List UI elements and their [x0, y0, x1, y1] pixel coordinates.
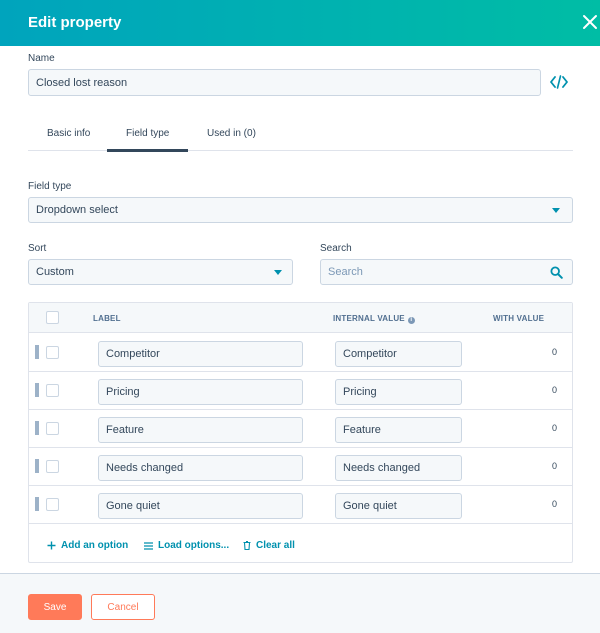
table-row: Gone quiet Gone quiet 0 — [29, 486, 572, 524]
options-table: LABEL INTERNAL VALUE i WITH VALUE Competi… — [28, 302, 573, 563]
info-icon[interactable]: i — [407, 317, 415, 324]
table-header: LABEL INTERNAL VALUE i WITH VALUE — [29, 303, 572, 333]
with-value-count: 0 — [551, 461, 557, 471]
option-label-input[interactable]: Competitor — [98, 341, 303, 367]
table-row: Needs changed Needs changed 0 — [29, 448, 572, 486]
option-internal-value-input[interactable]: Feature — [335, 417, 462, 443]
option-label-input[interactable]: Feature — [98, 417, 303, 443]
drag-handle-icon[interactable] — [35, 345, 39, 359]
row-checkbox[interactable] — [46, 460, 59, 473]
search-icon[interactable] — [550, 266, 563, 279]
search-label: Search — [320, 243, 352, 254]
option-label-input[interactable]: Needs changed — [98, 455, 303, 481]
field-type-select[interactable]: Dropdown select — [28, 197, 573, 223]
table-actions: Add an option Load options... Clear all — [29, 536, 572, 558]
field-type-label: Field type — [28, 181, 72, 192]
clear-all-button[interactable]: Clear all — [243, 540, 295, 551]
with-value-count: 0 — [551, 499, 557, 509]
tab-used-in[interactable]: Used in (0) — [207, 128, 256, 139]
tab-basic-info[interactable]: Basic info — [47, 128, 90, 139]
option-label-input[interactable]: Gone quiet — [98, 493, 303, 519]
chevron-down-icon — [274, 270, 282, 275]
name-input[interactable]: Closed lost reason — [28, 69, 541, 96]
select-all-checkbox[interactable] — [46, 311, 59, 324]
tab-field-type[interactable]: Field type — [126, 128, 169, 139]
sort-select[interactable]: Custom — [28, 259, 293, 285]
chevron-down-icon — [552, 208, 560, 213]
with-value-count: 0 — [551, 347, 557, 357]
clear-all-label: Clear all — [256, 540, 295, 551]
sort-label: Sort — [28, 243, 47, 254]
row-checkbox[interactable] — [46, 498, 59, 511]
dialog-header: Edit property — [0, 0, 600, 46]
table-row: Competitor Competitor 0 — [29, 334, 572, 372]
drag-handle-icon[interactable] — [35, 459, 39, 473]
column-header-internal-value-text: INTERNAL VALUE — [333, 314, 405, 323]
list-icon — [144, 541, 153, 550]
column-header-label[interactable]: LABEL — [93, 314, 121, 323]
load-options-label: Load options... — [158, 540, 230, 551]
dialog-footer: Save Cancel — [0, 573, 600, 633]
row-checkbox[interactable] — [46, 346, 59, 359]
row-checkbox[interactable] — [46, 422, 59, 435]
with-value-count: 0 — [551, 423, 557, 433]
column-header-internal-value[interactable]: INTERNAL VALUE i — [333, 314, 415, 324]
column-header-with-value[interactable]: WITH VALUE — [493, 314, 544, 323]
option-internal-value-input[interactable]: Pricing — [335, 379, 462, 405]
row-checkbox[interactable] — [46, 384, 59, 397]
option-internal-value-input[interactable]: Competitor — [335, 341, 462, 367]
name-label: Name — [28, 53, 55, 64]
code-icon[interactable] — [550, 74, 568, 90]
active-tab-indicator — [107, 149, 188, 152]
close-icon[interactable] — [580, 12, 600, 32]
table-row: Feature Feature 0 — [29, 410, 572, 448]
with-value-count: 0 — [551, 385, 557, 395]
add-option-label: Add an option — [61, 540, 129, 551]
option-internal-value-input[interactable]: Needs changed — [335, 455, 462, 481]
option-label-input[interactable]: Pricing — [98, 379, 303, 405]
save-button[interactable]: Save — [28, 594, 82, 620]
option-internal-value-input[interactable]: Gone quiet — [335, 493, 462, 519]
dialog-title: Edit property — [28, 14, 122, 31]
plus-icon — [47, 541, 56, 550]
table-row: Pricing Pricing 0 — [29, 372, 572, 410]
add-option-button[interactable]: Add an option — [47, 540, 128, 551]
cancel-button[interactable]: Cancel — [91, 594, 155, 620]
trash-icon — [243, 541, 251, 550]
load-options-button[interactable]: Load options... — [144, 540, 229, 551]
drag-handle-icon[interactable] — [35, 383, 39, 397]
drag-handle-icon[interactable] — [35, 497, 39, 511]
search-input[interactable]: Search — [320, 259, 573, 285]
drag-handle-icon[interactable] — [35, 421, 39, 435]
